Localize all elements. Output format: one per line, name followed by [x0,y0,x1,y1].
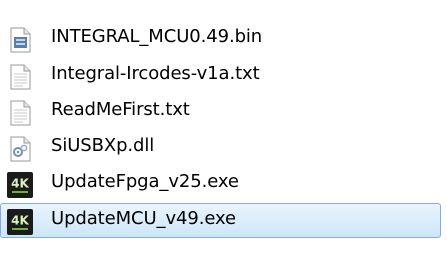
4k-badge-text: 4K [11,177,29,191]
file-list: INTEGRAL_MCU0.49.bin Integral-Ircodes-v1… [0,0,447,264]
file-item-integral-mcu-bin[interactable]: INTEGRAL_MCU0.49.bin [0,19,447,55]
text-file-icon [6,99,34,127]
file-name: UpdateMCU_v49.exe [51,208,236,229]
file-item-readmefirst-txt[interactable]: ReadMeFirst.txt [0,92,447,128]
file-name: INTEGRAL_MCU0.49.bin [51,26,263,47]
bin-file-icon [6,26,34,54]
file-item-updatefpga-exe[interactable]: 4K UpdateFpga_v25.exe [0,164,447,200]
dll-file-icon [6,135,34,163]
file-name: UpdateFpga_v25.exe [51,171,239,192]
file-name: ReadMeFirst.txt [51,99,190,120]
4k-badge-text: 4K [11,214,29,228]
4k-app-icon: 4K [6,171,34,199]
file-name: Integral-Ircodes-v1a.txt [51,63,260,84]
file-item-updatemcu-exe[interactable]: 4K UpdateMCU_v49.exe [0,201,447,238]
text-file-icon [6,63,34,91]
4k-app-icon: 4K [6,208,34,236]
file-name: SiUSBXp.dll [51,135,155,156]
file-item-siusbxp-dll[interactable]: SiUSBXp.dll [0,128,447,164]
file-item-integral-ircodes-txt[interactable]: Integral-Ircodes-v1a.txt [0,56,447,92]
